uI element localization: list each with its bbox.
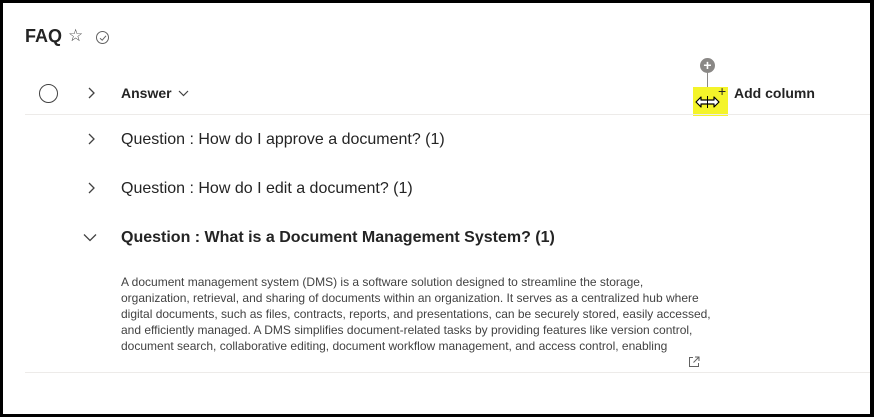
chevron-right-icon[interactable] bbox=[86, 132, 96, 146]
window-frame bbox=[0, 0, 874, 417]
open-in-new-icon[interactable] bbox=[688, 356, 700, 368]
chevron-down-icon[interactable] bbox=[83, 233, 97, 242]
chevron-right-icon[interactable] bbox=[86, 86, 96, 100]
chevron-right-icon[interactable] bbox=[86, 181, 96, 195]
group-header-dms[interactable]: Question : What is a Document Management… bbox=[121, 229, 555, 247]
group-header-edit[interactable]: Question : How do I edit a document? (1) bbox=[121, 180, 413, 198]
add-column-button[interactable]: Add column bbox=[734, 85, 815, 101]
group-header-approve[interactable]: Question : How do I approve a document? … bbox=[121, 131, 445, 149]
check-circle-icon[interactable] bbox=[96, 31, 109, 44]
plus-circle-icon[interactable]: + bbox=[700, 58, 715, 73]
column-header-answer[interactable]: Answer bbox=[121, 85, 189, 101]
select-all-radio[interactable] bbox=[39, 84, 58, 103]
answer-text: A document management system (DMS) is a … bbox=[121, 275, 711, 353]
column-header-answer-label: Answer bbox=[121, 85, 172, 101]
star-icon[interactable]: ☆ bbox=[68, 26, 83, 46]
page-title: FAQ bbox=[25, 26, 63, 46]
chevron-down-icon bbox=[178, 90, 189, 96]
add-column-plus-icon[interactable]: + bbox=[718, 84, 726, 98]
bottom-divider bbox=[25, 372, 870, 373]
header-divider bbox=[25, 114, 870, 115]
